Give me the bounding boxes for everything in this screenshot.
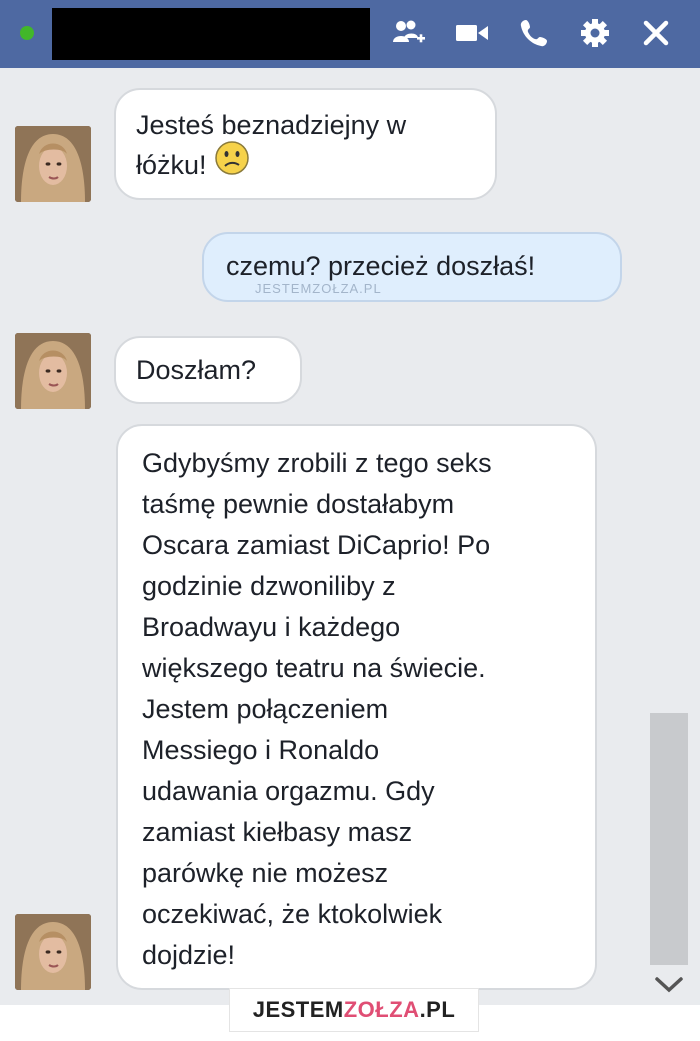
watermark-suffix: .PL xyxy=(419,997,456,1022)
add-friend-icon[interactable] xyxy=(392,16,426,50)
chat-window: Jesteś beznadziejny w łóżku! czemu? prze… xyxy=(0,0,700,1005)
video-call-icon[interactable] xyxy=(455,16,489,50)
contact-avatar[interactable] xyxy=(15,914,91,990)
redacted-contact-name xyxy=(52,8,370,60)
chat-scrollbar[interactable] xyxy=(648,78,692,1004)
message-text: czemu? przecież doszłaś! xyxy=(226,251,536,281)
confused-face-emoji-icon xyxy=(214,140,250,187)
close-icon[interactable] xyxy=(639,16,673,50)
message-text: Jesteś beznadziejny w łóżku! xyxy=(136,110,407,180)
inline-watermark: JESTEMZOŁZA.PL xyxy=(255,281,382,296)
gear-icon[interactable] xyxy=(578,16,612,50)
message-bubble-incoming: Jesteś beznadziejny w łóżku! xyxy=(114,88,497,200)
scrollbar-thumb[interactable] xyxy=(650,713,688,965)
message-text: Doszłam? xyxy=(136,355,257,385)
watermark-prefix: JESTEM xyxy=(252,997,344,1022)
message-bubble-incoming: Doszłam? xyxy=(114,336,302,404)
online-status-dot xyxy=(20,26,34,40)
message-text: Gdybyśmy zrobili z tego seks taśmę pewni… xyxy=(142,448,492,970)
contact-avatar[interactable] xyxy=(15,333,91,409)
chat-header xyxy=(0,0,700,68)
message-bubble-incoming: Gdybyśmy zrobili z tego seks taśmę pewni… xyxy=(116,424,597,990)
phone-icon[interactable] xyxy=(517,16,551,50)
site-watermark: JESTEM ZOŁZA .PL xyxy=(229,988,479,1032)
contact-avatar[interactable] xyxy=(15,126,91,202)
watermark-accent: ZOŁZA xyxy=(343,997,420,1022)
chevron-down-icon[interactable] xyxy=(654,975,684,1000)
